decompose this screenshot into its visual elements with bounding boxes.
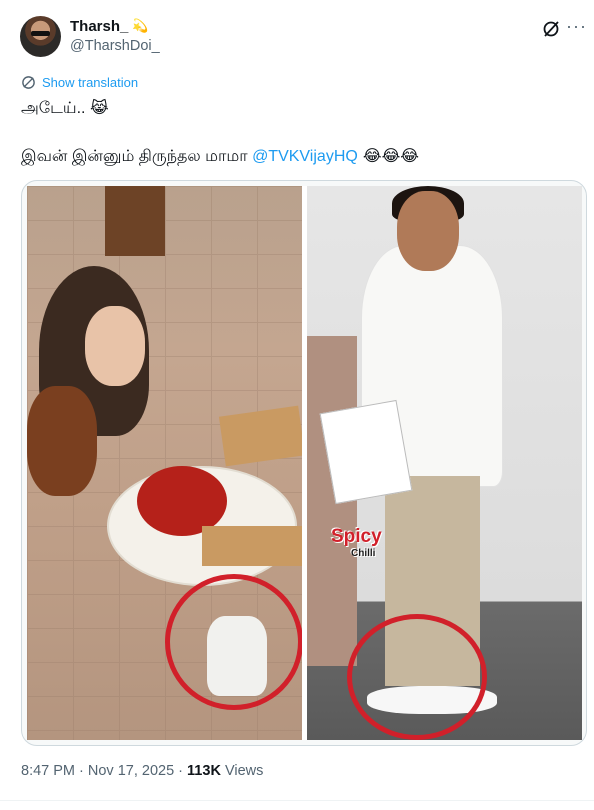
photo-woman-with-cake[interactable]: [27, 186, 302, 740]
tweet-media[interactable]: Spicy Chilli: [21, 180, 587, 746]
translate-icon: [22, 76, 35, 89]
tweet-text-line-2: இவன் இன்னும் திருந்தல மாமா @TVKVijayHQ 😂…: [21, 146, 419, 167]
man-face: [397, 191, 459, 271]
red-annotation-circle: [165, 574, 302, 710]
watermark-main: Spicy: [331, 526, 382, 547]
tweet-time[interactable]: 8:47 PM: [21, 763, 75, 779]
views-count: 113K: [187, 763, 221, 779]
wooden-door: [105, 186, 165, 256]
brown-puppy: [27, 386, 97, 496]
certificate-paper: [319, 399, 413, 505]
avatar-glasses: [31, 31, 50, 36]
red-annotation-circle: [347, 614, 487, 740]
mention-link[interactable]: @TVKVijayHQ: [252, 148, 358, 165]
grok-icon[interactable]: [541, 19, 561, 39]
author-handle[interactable]: @TharshDoi_: [70, 38, 160, 54]
views-label: Views: [220, 763, 264, 779]
photo-man-with-certificate[interactable]: Spicy Chilli: [307, 186, 582, 740]
author-name-row: Tharsh_ 💫: [70, 18, 149, 35]
donut-box-lower: [202, 526, 302, 566]
watermark-sub: Chilli: [351, 548, 376, 559]
divider-line: [0, 800, 594, 801]
author-display-name[interactable]: Tharsh_: [70, 18, 128, 35]
show-translation-label[interactable]: Show translation: [42, 75, 138, 90]
tweet-line2-text: இவன் இன்னும் திருந்தல மாமா: [21, 148, 253, 165]
author-avatar[interactable]: [20, 16, 61, 57]
tweet-text-line-1: அடேய்.. 😹: [21, 98, 109, 119]
dizzy-star-icon: 💫: [132, 19, 149, 34]
donut-box: [218, 405, 302, 467]
tweet-metadata: 8:47 PM · Nov 17, 2025 · 113K Views: [21, 763, 263, 779]
tweet-line1-text: அடேய்..: [21, 100, 86, 117]
show-translation-link[interactable]: Show translation: [21, 75, 138, 90]
more-options-button[interactable]: ···: [566, 16, 587, 37]
crying-cat-emoji: 😹: [89, 98, 109, 117]
watermark-logo: Spicy Chilli: [331, 526, 382, 559]
tweet-date[interactable]: Nov 17, 2025: [88, 763, 174, 779]
laughing-emojis: 😂😂😂: [357, 146, 419, 165]
separator: ·: [75, 763, 88, 779]
woman-face: [85, 306, 145, 386]
separator: ·: [174, 763, 188, 779]
